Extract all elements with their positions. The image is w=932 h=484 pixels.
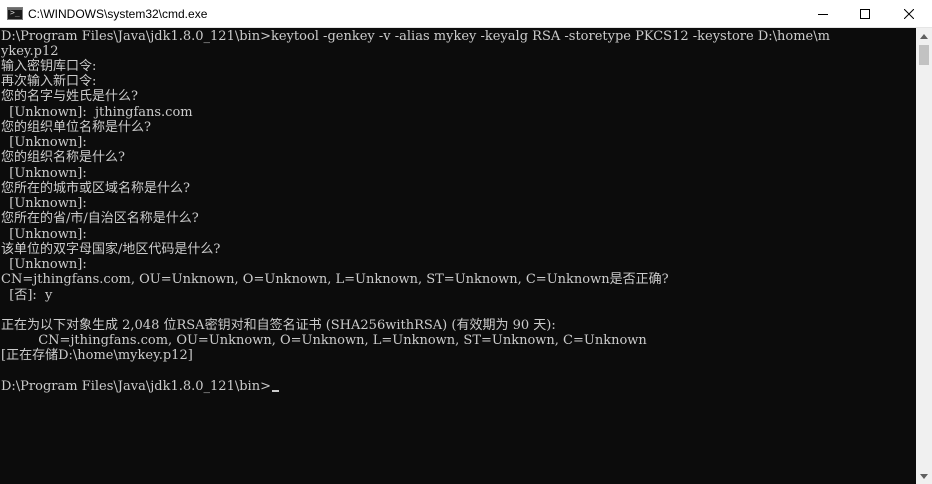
console-line: 该单位的双字母国家/地区代码是什么? (1, 242, 221, 257)
console-line: D:\Program Files\Java\jdk1.8.0_121\bin>k… (1, 29, 830, 44)
close-button[interactable] (886, 0, 932, 28)
console-line: [Unknown]: (1, 196, 87, 211)
maximize-button[interactable] (842, 0, 888, 28)
console-prompt-line[interactable]: D:\Program Files\Java\jdk1.8.0_121\bin> (1, 379, 279, 394)
cmd-window: >_ C:\WINDOWS\system32\cmd.exe D:\Progra… (0, 0, 932, 484)
window-title: C:\WINDOWS\system32\cmd.exe (28, 7, 208, 21)
console-line: CN=jthingfans.com, OU=Unknown, O=Unknown… (1, 333, 647, 348)
title-bar[interactable]: >_ C:\WINDOWS\system32\cmd.exe (0, 0, 932, 28)
cmd-icon[interactable]: >_ (7, 7, 23, 20)
console-line: 您的组织名称是什么? (1, 150, 125, 165)
vertical-scrollbar[interactable] (916, 28, 932, 484)
text-cursor (271, 390, 279, 392)
console-line: 您的组织单位名称是什么? (1, 120, 151, 135)
console-line: [Unknown]: (1, 166, 87, 181)
console-line: 您的名字与姓氏是什么? (1, 89, 138, 104)
console-line: 正在为以下对象生成 2,048 位RSA密钥对和自签名证书 (SHA256wit… (1, 318, 556, 333)
console-line: 再次输入新口令: (1, 74, 97, 89)
console-output[interactable]: D:\Program Files\Java\jdk1.8.0_121\bin>k… (0, 28, 916, 484)
console-line: [Unknown]: (1, 135, 87, 150)
console-line: [Unknown]: (1, 227, 87, 242)
minimize-icon (818, 14, 828, 15)
console-line: [否]: y (1, 288, 53, 303)
minimize-button[interactable] (800, 0, 846, 28)
scroll-down-arrow-icon (920, 473, 928, 479)
console-line: CN=jthingfans.com, OU=Unknown, O=Unknown… (1, 272, 669, 287)
console-line: 输入密钥库口令: (1, 59, 97, 74)
command-prompt: D:\Program Files\Java\jdk1.8.0_121\bin> (1, 379, 271, 394)
scroll-down-button[interactable] (916, 468, 932, 484)
console-line: 您所在的城市或区域名称是什么? (1, 181, 190, 196)
console-line: ykey.p12 (1, 44, 59, 59)
close-icon (904, 9, 914, 19)
console-line: [Unknown]: (1, 257, 87, 272)
console-line: 您所在的省/市/自治区名称是什么? (1, 211, 199, 226)
console-line: [正在存储D:\home\mykey.p12] (1, 348, 193, 363)
console-line: [Unknown]: jthingfans.com (1, 105, 193, 120)
scroll-up-button[interactable] (916, 28, 932, 44)
maximize-icon (860, 9, 870, 19)
scroll-thumb[interactable] (919, 45, 929, 65)
scroll-up-arrow-icon (920, 33, 928, 39)
